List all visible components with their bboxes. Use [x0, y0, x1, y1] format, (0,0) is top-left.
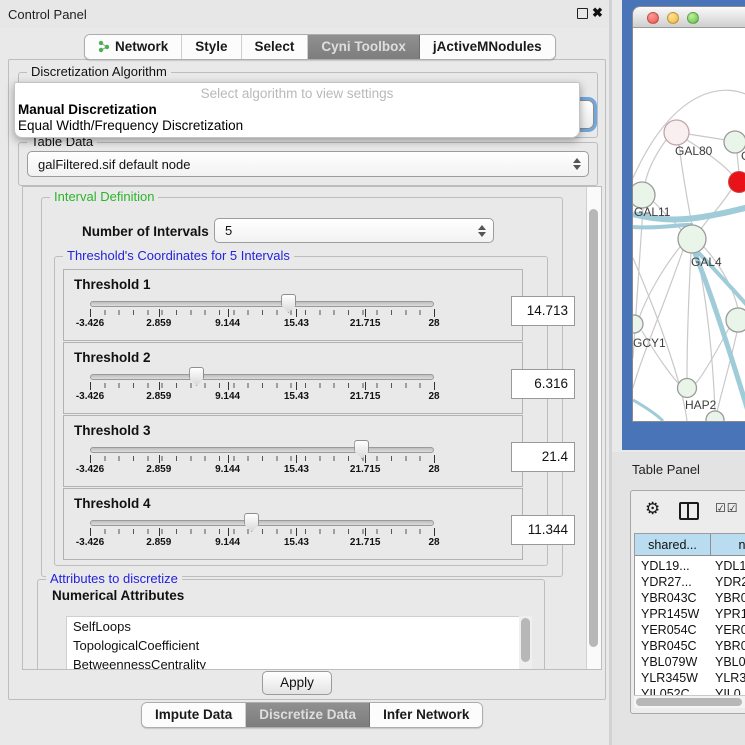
checkboxes-icon[interactable]: ☑☑	[715, 501, 739, 515]
combobox-arrows-icon	[573, 158, 581, 170]
threshold-3-slider-track[interactable]	[90, 447, 434, 453]
slider-minor-ticks	[90, 383, 435, 388]
table-data-combobox[interactable]: galFiltered.sif default node	[27, 151, 589, 177]
thresholds-group-title: Threshold's Coordinates for 5 Intervals	[63, 248, 294, 263]
tab-discretize-data[interactable]: Discretize Data	[246, 703, 370, 727]
threshold-3-value-field[interactable]: 21.4	[511, 442, 575, 472]
table-row[interactable]: YER054CYER0	[635, 622, 745, 638]
network-window-titlebar[interactable]	[633, 7, 745, 28]
slider-minor-ticks	[90, 529, 435, 534]
table-data-group: Table Data galFiltered.sif default node	[18, 142, 598, 186]
interval-definition-title: Interval Definition	[50, 189, 158, 204]
node-label-gal11: GAL11	[634, 205, 671, 219]
threshold-2-value-field[interactable]: 6.316	[511, 369, 575, 399]
table-row[interactable]: YDR27...YDR2	[635, 574, 745, 590]
zoom-traffic-icon[interactable]	[687, 12, 699, 24]
screen: Control Panel ✖ Network Style Select Cyn…	[0, 0, 745, 745]
settings-scroll-area: Interval Definition Number of Intervals …	[22, 186, 602, 670]
table-row[interactable]: YBL079WYBL0	[635, 654, 745, 670]
columns-icon[interactable]	[679, 502, 699, 520]
control-panel-titlebar: Control Panel ✖	[0, 0, 610, 28]
table-row[interactable]: YPR145WYPR1	[635, 606, 745, 622]
numerical-attributes-label: Numerical Attributes	[52, 588, 184, 603]
slider-minor-ticks	[90, 310, 435, 315]
minimize-traffic-icon[interactable]	[667, 12, 679, 24]
threshold-3-box: Threshold 3 -3.426 2.859 9.144 15.43 21.…	[63, 415, 523, 487]
table-panel-title: Table Panel	[632, 462, 700, 477]
node-label-gal80: GAL80	[675, 144, 713, 158]
dropdown-placeholder: Select algorithm to view settings	[15, 86, 579, 101]
threshold-1-value-field[interactable]: 14.713	[511, 296, 575, 326]
numerical-attributes-list[interactable]: SelfLoops TopologicalCoefficient Between…	[66, 616, 520, 670]
column-header-shared[interactable]: shared...	[635, 534, 711, 556]
network-nodes[interactable]	[633, 131, 745, 421]
node-label-gal4: GAL4	[691, 255, 722, 269]
threshold-2-slider-track[interactable]	[90, 374, 434, 380]
number-of-intervals-spinner[interactable]: 5	[214, 218, 494, 243]
thresholds-group: Threshold's Coordinates for 5 Intervals …	[54, 256, 548, 566]
attributes-list-scrollbar[interactable]	[519, 616, 532, 670]
network-window: GAL80 GA C GAL11 GAL4 GCY1 H HAP2	[632, 6, 745, 422]
slider-minor-ticks	[90, 456, 435, 461]
threshold-4-slider-track[interactable]	[90, 520, 434, 526]
interval-definition-group: Interval Definition Number of Intervals …	[41, 197, 563, 577]
attributes-group: Attributes to discretize Numerical Attri…	[37, 579, 545, 670]
table-horizontal-scrollbar[interactable]	[634, 695, 745, 708]
attributes-group-title: Attributes to discretize	[46, 571, 182, 586]
top-tabbar: Network Style Select Cyni Toolbox jActiv…	[84, 34, 556, 60]
tab-select[interactable]: Select	[242, 35, 309, 59]
node-label-hap2: HAP2	[685, 398, 717, 412]
column-header-name[interactable]: na	[711, 534, 745, 556]
table-row[interactable]: YDL19...YDL1	[635, 558, 745, 574]
table-panel-window: ⚙ ☑☑ shared... na YDL19...YDL1 YDR27...Y…	[630, 490, 745, 714]
dropdown-option-equal-width[interactable]: Equal Width/Frequency Discretization	[18, 118, 243, 133]
tab-cyni-toolbox[interactable]: Cyni Toolbox	[308, 35, 420, 59]
network-node-gal80[interactable]	[664, 120, 689, 145]
network-node-selected-red[interactable]	[729, 172, 745, 193]
list-item[interactable]: BetweennessCentrality	[67, 655, 519, 670]
network-graph: GAL80 GA C GAL11 GAL4 GCY1 H HAP2	[633, 28, 745, 421]
node-table[interactable]: shared... na YDL19...YDL1 YDR27...YDR2 Y…	[634, 533, 745, 697]
panel-title: Control Panel	[8, 7, 87, 22]
tab-impute-data[interactable]: Impute Data	[142, 703, 246, 727]
settings-scrollbar-thumb[interactable]	[589, 209, 598, 647]
algorithm-dropdown-popup: Select algorithm to view settings Manual…	[14, 82, 580, 138]
threshold-2-box: Threshold 2 -3.426 2.859 9.144 15.43 21.…	[63, 342, 523, 414]
list-item[interactable]: SelfLoops	[67, 617, 519, 636]
number-of-intervals-label: Number of Intervals	[82, 224, 209, 239]
node-label-partial-ga: GA	[741, 149, 745, 163]
threshold-4-box: Threshold 4 -3.426 2.859 9.144 15.43 21.…	[63, 488, 523, 560]
spinner-arrows-icon	[478, 225, 486, 237]
close-icon[interactable]: ✖	[592, 5, 603, 21]
close-traffic-icon[interactable]	[647, 12, 659, 24]
apply-button[interactable]: Apply	[262, 671, 332, 695]
bottom-tabbar: Impute Data Discretize Data Infer Networ…	[141, 702, 483, 728]
node-label-gcy1: GCY1	[633, 336, 666, 350]
threshold-1-box: Threshold 1 -3.426 2.859 9.144 15.43 21.…	[63, 269, 523, 341]
threshold-1-slider-track[interactable]	[90, 301, 434, 307]
network-canvas[interactable]: GAL80 GA C GAL11 GAL4 GCY1 H HAP2	[633, 28, 745, 421]
gear-icon[interactable]: ⚙	[645, 499, 660, 519]
dropdown-option-manual-discretization[interactable]: Manual Discretization	[18, 102, 157, 117]
network-view-frame: GAL80 GA C GAL11 GAL4 GCY1 H HAP2	[622, 0, 745, 450]
tab-infer-network[interactable]: Infer Network	[370, 703, 482, 727]
table-row[interactable]: YBR043CYBR0	[635, 590, 745, 606]
tab-jactivemnodules[interactable]: jActiveMNodules	[420, 35, 555, 59]
list-item[interactable]: TopologicalCoefficient	[67, 636, 519, 655]
discretization-algorithm-title: Discretization Algorithm	[27, 64, 171, 79]
network-icon	[98, 40, 110, 53]
table-row[interactable]: YBR045CYBR0	[635, 638, 745, 654]
table-row[interactable]: YLR345WYLR3	[635, 670, 745, 686]
tab-network[interactable]: Network	[85, 35, 182, 59]
float-window-icon[interactable]	[577, 8, 588, 19]
threshold-4-value-field[interactable]: 11.344	[511, 515, 575, 545]
settings-scrollbar[interactable]	[586, 187, 601, 669]
tab-style[interactable]: Style	[182, 35, 241, 59]
table-panel: Table Panel ⚙ ☑☑ shared... na YDL19...YD…	[612, 452, 745, 745]
